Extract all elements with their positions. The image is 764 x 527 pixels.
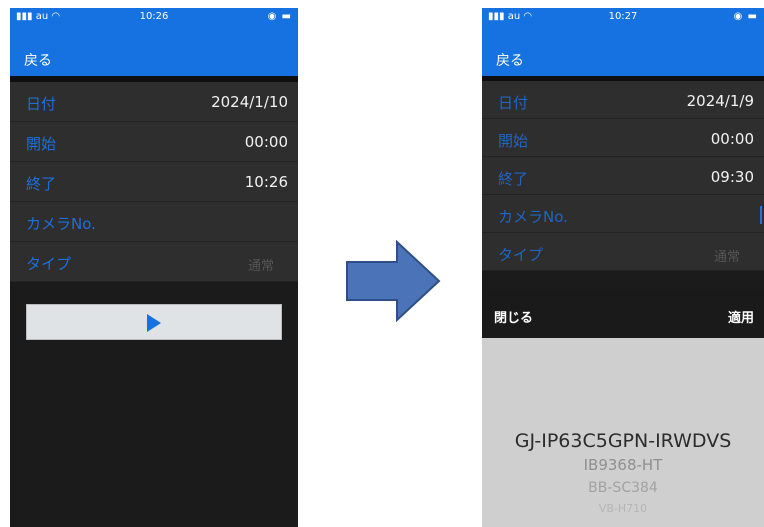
play-button[interactable] xyxy=(26,304,282,340)
phone-screen-before: ▮▮▮ au ◠ 10:26 ◉ ▬ 戻る 日付 2024/1/10 開始 00… xyxy=(10,8,298,527)
camera-label: カメラNo. xyxy=(26,215,96,233)
row-start[interactable]: 開始 00:00 xyxy=(10,122,298,162)
row-end[interactable]: 終了 10:26 xyxy=(10,162,298,202)
row-date[interactable]: 日付 2024/1/10 xyxy=(10,82,298,122)
status-bar: ▮▮▮ au ◠ 10:27 ◉ ▬ xyxy=(482,8,764,24)
apply-button[interactable]: 適用 xyxy=(728,307,754,326)
date-value: 2024/1/10 xyxy=(211,93,288,111)
type-label: タイプ xyxy=(498,246,544,264)
right-arrow-icon xyxy=(346,240,441,322)
start-value: 00:00 xyxy=(244,133,288,151)
battery-icon: ◉ ▬ xyxy=(733,11,758,22)
status-bar: ▮▮▮ au ◠ 10:26 ◉ ▬ xyxy=(10,8,298,24)
row-date[interactable]: 日付 2024/1/9 xyxy=(482,81,764,119)
close-button[interactable]: 閉じる xyxy=(494,307,533,326)
picker-option[interactable]: IB9368-HT xyxy=(482,456,764,474)
row-end[interactable]: 終了 09:30 xyxy=(482,157,764,195)
row-camera[interactable]: カメラNo. xyxy=(482,195,764,233)
start-value: 00:00 xyxy=(710,130,754,148)
end-value: 09:30 xyxy=(710,168,754,186)
play-icon xyxy=(147,314,161,332)
date-value: 2024/1/9 xyxy=(686,92,754,110)
picker-option-selected[interactable]: GJ-IP63C5GPN-IRWDVS xyxy=(482,430,764,452)
nav-bar: 戻る xyxy=(482,24,764,76)
type-value: 通常 xyxy=(247,259,274,274)
start-label: 開始 xyxy=(498,132,529,150)
text-cursor xyxy=(760,206,762,224)
status-time: 10:26 xyxy=(139,11,169,22)
picker-option[interactable]: BB-SC384 xyxy=(482,480,764,496)
status-time: 10:27 xyxy=(608,11,638,22)
picker-option[interactable]: VB-H710 xyxy=(482,502,764,515)
back-button[interactable]: 戻る xyxy=(496,50,524,70)
battery-icon: ◉ ▬ xyxy=(267,11,292,22)
settings-list: 日付 2024/1/10 開始 00:00 終了 10:26 カメラNo. タイ… xyxy=(10,82,298,282)
camera-label: カメラNo. xyxy=(498,208,568,226)
end-value: 10:26 xyxy=(244,173,288,191)
row-type[interactable]: タイプ 通常 xyxy=(482,233,764,271)
row-camera[interactable]: カメラNo. xyxy=(10,202,298,242)
row-start[interactable]: 開始 00:00 xyxy=(482,119,764,157)
phone-screen-after: ▮▮▮ au ◠ 10:27 ◉ ▬ 戻る 日付 2024/1/9 開始 00:… xyxy=(482,8,764,527)
row-type[interactable]: タイプ 通常 xyxy=(10,242,298,282)
start-label: 開始 xyxy=(26,135,57,153)
type-value: 通常 xyxy=(713,250,740,265)
date-label: 日付 xyxy=(498,94,529,112)
nav-bar: 戻る xyxy=(10,24,298,76)
picker-toolbar: 閉じる 適用 xyxy=(482,290,764,338)
end-label: 終了 xyxy=(26,175,57,193)
settings-list: 日付 2024/1/9 開始 00:00 終了 09:30 カメラNo. タイプ… xyxy=(482,81,764,271)
date-label: 日付 xyxy=(26,95,57,113)
back-button[interactable]: 戻る xyxy=(24,50,52,70)
camera-picker[interactable]: GJ-IP63C5GPN-IRWDVS IB9368-HT BB-SC384 V… xyxy=(482,338,764,527)
type-label: タイプ xyxy=(26,255,72,273)
end-label: 終了 xyxy=(498,170,529,188)
